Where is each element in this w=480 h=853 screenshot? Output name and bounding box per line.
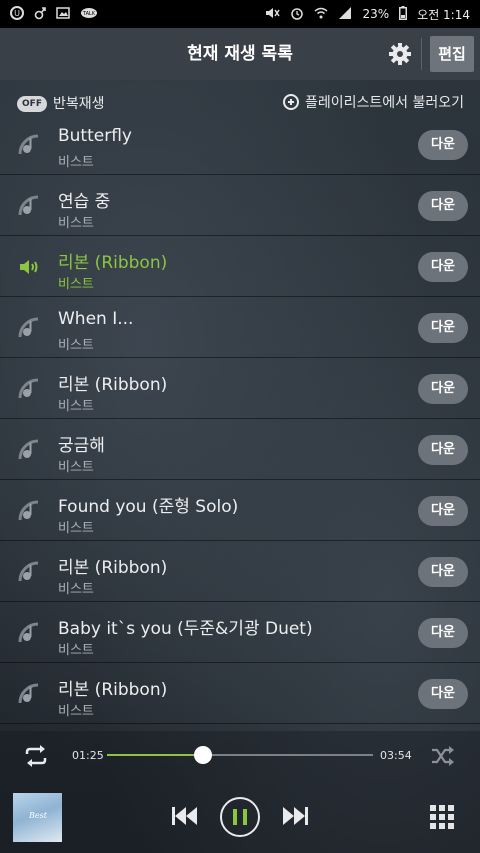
- track-row[interactable]: 리본 (Ribbon) 비스트 다운: [0, 663, 480, 724]
- seek-thumb[interactable]: [193, 746, 212, 764]
- alarm-icon: [290, 6, 304, 23]
- download-button[interactable]: 다운: [418, 435, 468, 465]
- current-time: 01:25: [72, 749, 104, 762]
- track-artist: 비스트: [58, 216, 94, 231]
- talk-icon: TALK: [80, 7, 98, 22]
- status-time: 오전 1:14: [417, 7, 470, 22]
- track-artist: 비스트: [58, 460, 94, 475]
- u-plus-icon: U: [10, 5, 24, 23]
- track-title: Baby it`s you (두준&기광 Duet): [58, 619, 313, 639]
- track-title: 리본 (Ribbon): [58, 558, 168, 578]
- next-icon[interactable]: [280, 805, 310, 827]
- track-title: 리본 (Ribbon): [58, 375, 168, 395]
- track-row[interactable]: 궁금해 비스트 다운: [0, 419, 480, 480]
- track-title: 리본 (Ribbon): [58, 680, 168, 700]
- battery-percent: 23%: [362, 7, 390, 21]
- bluetooth-icon: [34, 6, 46, 23]
- pause-bar-right: [243, 809, 247, 825]
- pause-icon[interactable]: [220, 797, 260, 837]
- note-icon: [18, 195, 40, 217]
- note-icon: [18, 439, 40, 461]
- seek-bar-fill: [107, 754, 203, 756]
- status-bar-right: 23% 오전 1:14: [264, 5, 470, 23]
- download-button[interactable]: 다운: [418, 252, 468, 282]
- player-bar: 01:25 03:54 Best: [0, 731, 480, 853]
- track-artist: 비스트: [58, 155, 94, 170]
- track-title: 궁금해: [58, 436, 105, 456]
- track-row[interactable]: 리본 (Ribbon) 비스트 다운: [0, 541, 480, 602]
- album-art[interactable]: Best: [13, 793, 62, 842]
- load-playlist-button[interactable]: 플레이리스트에서 불러오기: [282, 92, 464, 112]
- repeat-label: 반복재생: [53, 96, 105, 112]
- track-title: 리본 (Ribbon): [58, 253, 168, 273]
- wifi-icon: [314, 7, 328, 22]
- track-row-playing[interactable]: 리본 (Ribbon) 비스트 다운: [0, 236, 480, 297]
- repeat-icon[interactable]: [22, 745, 50, 767]
- header-divider: [421, 38, 422, 70]
- battery-icon: [399, 5, 408, 23]
- track-row[interactable]: Found you (준형 Solo) 비스트 다운: [0, 480, 480, 541]
- speaker-icon: [18, 256, 40, 278]
- track-list[interactable]: Butterfly 비스트 다운 연습 중 비스트 다운 리본 (Ribbon)…: [0, 128, 480, 731]
- note-icon: [18, 683, 40, 705]
- download-button[interactable]: 다운: [418, 130, 468, 160]
- track-artist: 비스트: [58, 521, 94, 536]
- edit-button[interactable]: 편집: [430, 36, 474, 72]
- pause-bar-left: [233, 809, 237, 825]
- seek-bar[interactable]: [107, 746, 373, 764]
- note-icon: [18, 134, 40, 156]
- track-title: Found you (준형 Solo): [58, 497, 239, 517]
- add-circle-icon: [282, 94, 299, 110]
- note-icon: [18, 622, 40, 644]
- album-art-text: Best: [29, 811, 47, 820]
- track-row[interactable]: Baby it`s you (두준&기광 Duet) 비스트 다운: [0, 602, 480, 663]
- track-artist: 비스트: [58, 338, 94, 353]
- download-button[interactable]: 다운: [418, 313, 468, 343]
- total-time: 03:54: [380, 749, 412, 762]
- track-artist: 비스트: [58, 399, 94, 414]
- track-title: When I...: [58, 309, 134, 329]
- shuffle-icon[interactable]: [430, 745, 456, 767]
- track-artist: 비스트: [58, 704, 94, 719]
- playlist-options-bar: OFF 반복재생 플레이리스트에서 불러오기: [0, 80, 480, 128]
- mute-icon: [264, 6, 281, 23]
- track-artist: 비스트: [58, 643, 94, 658]
- download-button[interactable]: 다운: [418, 618, 468, 648]
- download-button[interactable]: 다운: [418, 496, 468, 526]
- status-bar-left: U TALK: [10, 5, 98, 23]
- grid-icon[interactable]: [430, 805, 454, 829]
- track-artist: 비스트: [58, 582, 94, 597]
- track-artist: 비스트: [58, 277, 94, 292]
- download-button[interactable]: 다운: [418, 679, 468, 709]
- repeat-toggle[interactable]: OFF: [17, 96, 47, 112]
- note-icon: [18, 561, 40, 583]
- previous-icon[interactable]: [170, 805, 200, 827]
- signal-icon: [338, 6, 352, 22]
- download-button[interactable]: 다운: [418, 374, 468, 404]
- note-icon: [18, 500, 40, 522]
- track-title: 연습 중: [58, 192, 111, 212]
- status-bar: U TALK 23% 오전 1:14: [0, 0, 480, 28]
- track-row[interactable]: When I... 비스트 다운: [0, 297, 480, 358]
- track-row[interactable]: Butterfly 비스트 다운: [0, 128, 480, 175]
- gallery-icon: [56, 6, 70, 22]
- track-title: Butterfly: [58, 128, 132, 146]
- svg-text:U: U: [14, 9, 20, 18]
- load-playlist-label: 플레이리스트에서 불러오기: [304, 95, 464, 111]
- track-row[interactable]: 연습 중 비스트 다운: [0, 175, 480, 236]
- note-icon: [18, 317, 40, 339]
- talk-badge-text: TALK: [82, 11, 96, 17]
- note-icon: [18, 378, 40, 400]
- track-row[interactable]: 리본 (Ribbon) 비스트 다운: [0, 358, 480, 419]
- download-button[interactable]: 다운: [418, 191, 468, 221]
- download-button[interactable]: 다운: [418, 557, 468, 587]
- header: 현재 재생 목록 편집: [0, 28, 480, 80]
- gear-icon[interactable]: [388, 42, 412, 66]
